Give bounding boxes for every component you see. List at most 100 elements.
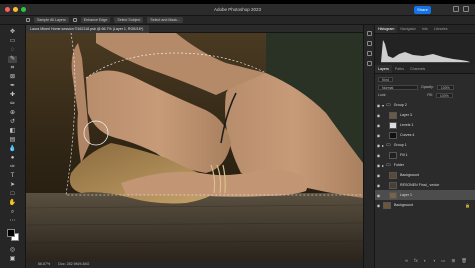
layer-row[interactable]: ◉ Levels 1	[375, 120, 475, 130]
chevron-right-icon[interactable]: ▸	[382, 143, 384, 148]
layer-thumbnail	[389, 191, 397, 199]
history-brush-tool-icon[interactable]: ↺	[8, 119, 17, 126]
clone-stamp-tool-icon[interactable]: ⊕	[8, 110, 17, 117]
wood-floor	[26, 193, 363, 261]
layer-row[interactable]: ◉ Fill 1	[375, 150, 475, 160]
dodge-tool-icon[interactable]: ●	[8, 155, 17, 162]
zoom-readout[interactable]: 66.67%	[38, 261, 50, 268]
brush-tool-icon[interactable]: ✏	[8, 101, 17, 108]
eye-icon[interactable]: ◉	[375, 123, 382, 128]
tools-panel: ✥ ▭ ◌ ✎ ⌗ ⊠ ✒ ✚ ✏ ⊕ ↺ ◧ ▤ 💧 ● ✑ T ➤ □ ✋ …	[0, 25, 26, 268]
document-tab-bar: Laura Mineri Home session ©162118.psb @ …	[26, 25, 363, 33]
options-bar: Sample All Layers Enhance Edge Select Su…	[0, 16, 475, 25]
document-canvas[interactable]	[26, 33, 363, 261]
trash-icon[interactable]: 🗑	[461, 258, 467, 264]
zoom-tool-icon[interactable]: ⌕	[8, 209, 17, 216]
eye-icon[interactable]: ◉	[375, 173, 382, 178]
tab-histogram[interactable]: Histogram	[375, 25, 398, 33]
blur-tool-icon[interactable]: 💧	[8, 146, 17, 153]
healing-brush-tool-icon[interactable]: ✚	[8, 92, 17, 99]
layer-row[interactable]: ◉ RESONEN Final_ vector	[375, 180, 475, 190]
layer-row[interactable]: ◉ ▸ ▭ Folder	[375, 160, 475, 170]
more-tools-icon[interactable]: ⋯	[8, 218, 17, 225]
tab-channels[interactable]: Channels	[407, 65, 428, 73]
layer-row[interactable]: ◉ Background	[375, 170, 475, 180]
title-bar: Adobe Photoshop 2023 Share	[0, 4, 475, 16]
tab-paths[interactable]: Paths	[392, 65, 407, 73]
mask-icon[interactable]: ◐	[424, 258, 427, 264]
blend-mode-select[interactable]: Normal	[378, 84, 418, 90]
eraser-tool-icon[interactable]: ◧	[8, 128, 17, 135]
doc-size-readout: Doc: 282.9M/4.84G	[58, 262, 90, 266]
crop-tool-icon[interactable]: ⌗	[8, 65, 17, 72]
layer-thumbnail	[389, 121, 397, 129]
lasso-tool-icon[interactable]: ◌	[8, 47, 17, 54]
layer-name: Group 1	[393, 143, 407, 147]
hand-tool-icon[interactable]: ✋	[8, 200, 17, 207]
eye-icon[interactable]: ◉	[375, 143, 382, 148]
eye-icon[interactable]: ◉	[375, 193, 382, 198]
brush-panel-icon[interactable]	[367, 61, 372, 66]
layer-name: Background	[394, 203, 414, 207]
workspace-icon[interactable]	[463, 6, 469, 12]
layers-panel-footer: ∞ fx ◐ ◑ ▭ ⊞ 🗑	[405, 258, 467, 264]
pen-tool-icon[interactable]: ✑	[8, 164, 17, 171]
layer-name: Layer 1	[400, 193, 412, 197]
share-button[interactable]: Share	[414, 6, 431, 14]
eye-icon[interactable]: ◉	[375, 153, 382, 158]
layer-row[interactable]: ◉ ▸ ▭ Group 1	[375, 140, 475, 150]
select-subject-button[interactable]: Select Subject	[114, 17, 144, 23]
layer-thumbnail	[389, 131, 397, 139]
history-panel-icon[interactable]	[367, 31, 372, 36]
layer-row[interactable]: ◉ Layer 3	[375, 110, 475, 120]
sample-all-layers-checkbox[interactable]	[26, 18, 30, 22]
sample-all-layers-label: Sample All Layers	[34, 17, 69, 23]
histogram-panel	[375, 34, 475, 65]
tab-navigator[interactable]: Navigator	[397, 25, 418, 33]
new-group-icon[interactable]: ▭	[441, 258, 445, 264]
adjustment-icon[interactable]: ◑	[432, 258, 435, 264]
opacity-field[interactable]: 100%	[436, 84, 454, 90]
fx-icon[interactable]: fx	[414, 258, 418, 264]
marquee-tool-icon[interactable]: ▭	[8, 38, 17, 45]
frame-tool-icon[interactable]: ⊠	[8, 74, 17, 81]
enhance-edge-checkbox[interactable]	[72, 18, 77, 22]
eye-icon[interactable]: ◉	[375, 163, 382, 168]
move-tool-icon[interactable]: ✥	[8, 29, 17, 36]
properties-panel-icon[interactable]	[367, 51, 372, 56]
search-icon[interactable]	[453, 6, 459, 12]
layer-row[interactable]: ◉ ▾ ▭ Group 2	[375, 100, 475, 110]
tab-libraries[interactable]: Libraries	[431, 25, 451, 33]
path-selection-tool-icon[interactable]: ➤	[8, 182, 17, 189]
chevron-right-icon[interactable]: ▸	[382, 163, 384, 168]
tab-layers[interactable]: Layers	[375, 65, 392, 73]
quick-mask-icon[interactable]: ◎	[8, 247, 17, 254]
eye-icon[interactable]: ◉	[375, 183, 382, 188]
link-icon[interactable]: ∞	[405, 258, 408, 264]
layer-row[interactable]: ◉ Curves 4	[375, 130, 475, 140]
eyedropper-tool-icon[interactable]: ✒	[8, 83, 17, 90]
eye-icon[interactable]: ◉	[375, 203, 382, 208]
blend-row: Normal Opacity: 100%	[378, 84, 454, 90]
document-tab[interactable]: Laura Mineri Home session ©162118.psb @ …	[26, 25, 150, 33]
type-tool-icon[interactable]: T	[8, 173, 17, 180]
chevron-down-icon[interactable]: ▾	[382, 103, 384, 108]
tab-info[interactable]: Info	[419, 25, 431, 33]
fill-field[interactable]: 100%	[435, 92, 453, 98]
eye-icon[interactable]: ◉	[375, 113, 382, 118]
screen-mode-icon[interactable]: ▣	[8, 256, 17, 263]
kind-filter-select[interactable]: Kind	[378, 76, 394, 82]
eye-icon[interactable]: ◉	[375, 133, 382, 138]
folder-icon: ▭	[386, 142, 391, 148]
rectangle-tool-icon[interactable]: □	[8, 191, 17, 198]
eye-icon[interactable]: ◉	[375, 103, 382, 108]
layer-row[interactable]: ◉ Background 🔒	[375, 200, 475, 210]
layer-row-selected[interactable]: ◉ Layer 1	[375, 190, 475, 200]
new-layer-icon[interactable]: ⊞	[451, 258, 455, 264]
foreground-color-swatch[interactable]	[7, 229, 15, 237]
gradient-tool-icon[interactable]: ▤	[8, 137, 17, 144]
quick-selection-tool-icon[interactable]: ✎	[8, 56, 17, 63]
adjustments-panel-icon[interactable]	[367, 41, 372, 46]
layer-name: Background	[400, 173, 420, 177]
select-and-mask-button[interactable]: Select and Mask...	[147, 17, 183, 23]
